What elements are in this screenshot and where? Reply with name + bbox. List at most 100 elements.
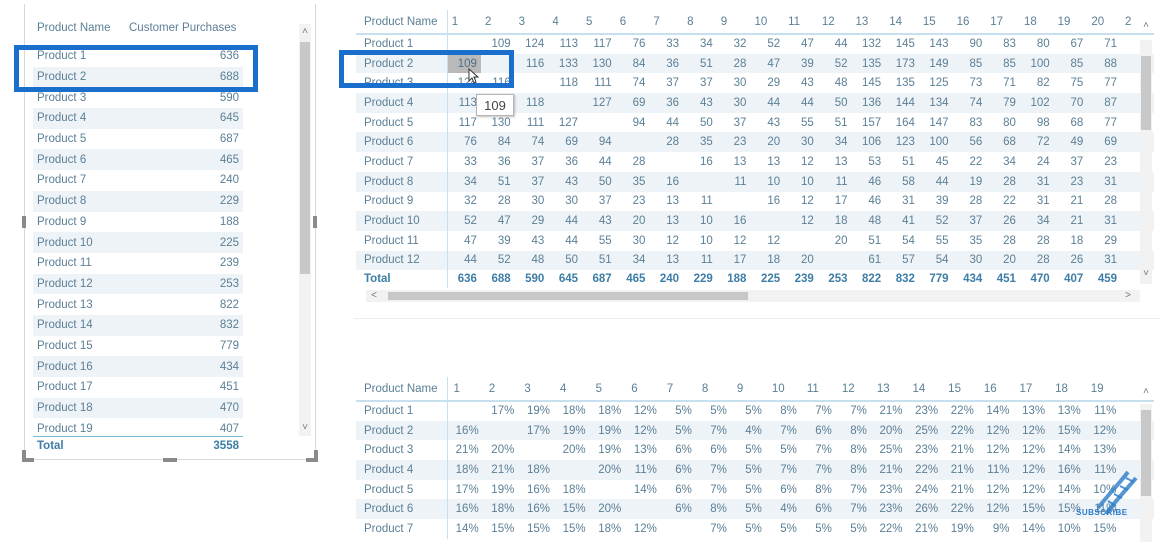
matrix-cell[interactable]: 20%	[554, 440, 590, 460]
row-header[interactable]: Product 7	[356, 152, 448, 172]
matrix-scroll-left-arrow[interactable]: <	[368, 290, 380, 301]
row-header[interactable]: Product 3	[356, 440, 448, 461]
matrix-cell[interactable]: 55	[919, 231, 953, 251]
table-row[interactable]: Product 5 687	[33, 129, 243, 150]
table-row[interactable]: Product 4 645	[33, 108, 243, 129]
matrix-cell[interactable]: 58	[885, 172, 919, 192]
matrix-cell[interactable]: 39	[919, 192, 953, 212]
matrix-cell[interactable]: 36	[649, 54, 683, 74]
matrix-cell[interactable]: 37	[515, 152, 549, 172]
matrix-cell[interactable]: 36	[481, 152, 515, 172]
matrix-cell[interactable]: 39	[784, 54, 818, 74]
matrix-cell[interactable]: 20%	[590, 499, 626, 519]
matrix-cell[interactable]: 67	[1054, 34, 1088, 54]
matrix-cell[interactable]: 28	[986, 231, 1020, 251]
matrix-cell[interactable]: 5%	[731, 460, 766, 480]
column-header[interactable]: 7	[649, 10, 683, 34]
matrix-cell[interactable]	[483, 421, 519, 441]
matrix-cell[interactable]: 23%	[907, 440, 943, 460]
matrix-cell[interactable]: 94	[582, 132, 616, 152]
matrix-cell[interactable]: 28	[1020, 231, 1054, 251]
matrix-cell[interactable]: 61	[852, 251, 886, 271]
matrix-cell[interactable]: 50	[548, 251, 582, 271]
matrix-cell[interactable]: 16	[750, 192, 784, 212]
matrix-cell[interactable]: 43	[683, 93, 717, 113]
matrix-cell[interactable]: 12	[784, 211, 818, 231]
matrix-cell[interactable]: 117	[582, 34, 616, 54]
matrix-cell[interactable]: 106	[852, 132, 886, 152]
percent-matrix-scroll-up-arrow[interactable]: ˄	[1140, 386, 1152, 397]
matrix-cell[interactable]: 6%	[661, 460, 696, 480]
matrix-cell[interactable]: 37	[649, 73, 683, 93]
matrix-cell[interactable]: 84	[481, 132, 515, 152]
matrix-cell[interactable]: 12	[784, 152, 818, 172]
column-header[interactable]: 6	[625, 377, 661, 401]
matrix-cell[interactable]: 5%	[696, 401, 731, 421]
matrix-cell[interactable]: 100	[919, 132, 953, 152]
matrix-cell[interactable]: 18%	[554, 401, 590, 421]
matrix-cell[interactable]: 77	[1087, 73, 1121, 93]
matrix-cell[interactable]	[818, 251, 852, 271]
matrix-cell[interactable]: 111	[515, 113, 549, 133]
matrix-cell[interactable]: 34	[818, 132, 852, 152]
matrix-cell[interactable]: 85	[1054, 54, 1088, 74]
matrix-cell[interactable]: 18%	[590, 401, 626, 421]
column-header[interactable]: 14	[885, 10, 919, 34]
matrix-cell[interactable]: 20%	[483, 440, 519, 460]
matrix-cell[interactable]: 26%	[907, 499, 943, 519]
matrix-cell[interactable]: 6%	[661, 440, 696, 460]
matrix-cell[interactable]: 54	[885, 231, 919, 251]
matrix-cell[interactable]: 16%	[518, 480, 554, 500]
matrix-cell[interactable]: 22%	[907, 460, 943, 480]
matrix-cell[interactable]: 19%	[590, 421, 626, 441]
table-row[interactable]: Product 8 229	[33, 190, 243, 212]
matrix-scroll-right-arrow[interactable]: >	[1122, 290, 1134, 301]
matrix-cell[interactable]: 11%	[625, 460, 661, 480]
matrix-cell[interactable]: 73	[953, 73, 987, 93]
matrix-cell[interactable]: 20	[616, 211, 650, 231]
matrix-cell[interactable]: 77	[1087, 113, 1121, 133]
matrix-cell[interactable]: 21%	[907, 519, 943, 539]
matrix-cell[interactable]: 48	[515, 251, 549, 271]
matrix-cell[interactable]: 17%	[447, 480, 483, 500]
matrix-cell[interactable]: 12%	[1013, 440, 1049, 460]
matrix-cell[interactable]: 134	[919, 93, 953, 113]
matrix-cell[interactable]: 136	[852, 93, 886, 113]
matrix-cell[interactable]: 25%	[907, 421, 943, 441]
matrix-cell[interactable]: 14%	[978, 401, 1014, 421]
matrix-cell[interactable]: 85	[986, 54, 1020, 74]
matrix-cell[interactable]: 7%	[696, 519, 731, 539]
matrix-cell[interactable]: 5%	[766, 519, 801, 539]
matrix-cell[interactable]: 7%	[696, 460, 731, 480]
matrix-cell[interactable]: 123	[885, 132, 919, 152]
column-header[interactable]: 1	[447, 377, 483, 401]
matrix-cell[interactable]: 5%	[766, 440, 801, 460]
matrix-cell[interactable]: 6%	[766, 480, 801, 500]
matrix-cell[interactable]: 127	[582, 93, 616, 113]
matrix-scroll-up-arrow[interactable]: ˄	[1140, 20, 1152, 31]
matrix-cell[interactable]: 11	[717, 172, 751, 192]
matrix-cell[interactable]: 22%	[942, 421, 978, 441]
matrix-cell[interactable]: 16	[649, 172, 683, 192]
matrix-cell[interactable]: 15%	[1013, 499, 1049, 519]
matrix-cell[interactable]: 72	[1020, 132, 1054, 152]
matrix-cell[interactable]: 7%	[801, 401, 836, 421]
matrix-cell[interactable]: 30	[616, 231, 650, 251]
matrix-cell[interactable]: 5%	[836, 519, 871, 539]
matrix-cell[interactable]: 11	[683, 251, 717, 271]
matrix-scroll-down-arrow[interactable]: ˅	[1140, 268, 1152, 279]
matrix-cell[interactable]: 55	[784, 113, 818, 133]
matrix-cell[interactable]: 19%	[554, 421, 590, 441]
matrix-cell[interactable]: 68	[1054, 113, 1088, 133]
matrix-cell[interactable]: 33	[649, 34, 683, 54]
matrix-cell[interactable]: 12	[750, 231, 784, 251]
column-header[interactable]: 3	[515, 10, 549, 34]
vertical-scrollbar[interactable]	[299, 24, 311, 436]
row-header[interactable]: Product 6	[356, 132, 448, 153]
matrix-cell[interactable]: 15%	[518, 519, 554, 539]
matrix-cell[interactable]: 28	[986, 172, 1020, 192]
matrix-cell[interactable]: 26	[1054, 251, 1088, 271]
matrix-cell[interactable]: 31	[1087, 251, 1121, 271]
matrix-cell[interactable]: 56	[953, 132, 987, 152]
row-header[interactable]: Product 4	[356, 460, 448, 480]
